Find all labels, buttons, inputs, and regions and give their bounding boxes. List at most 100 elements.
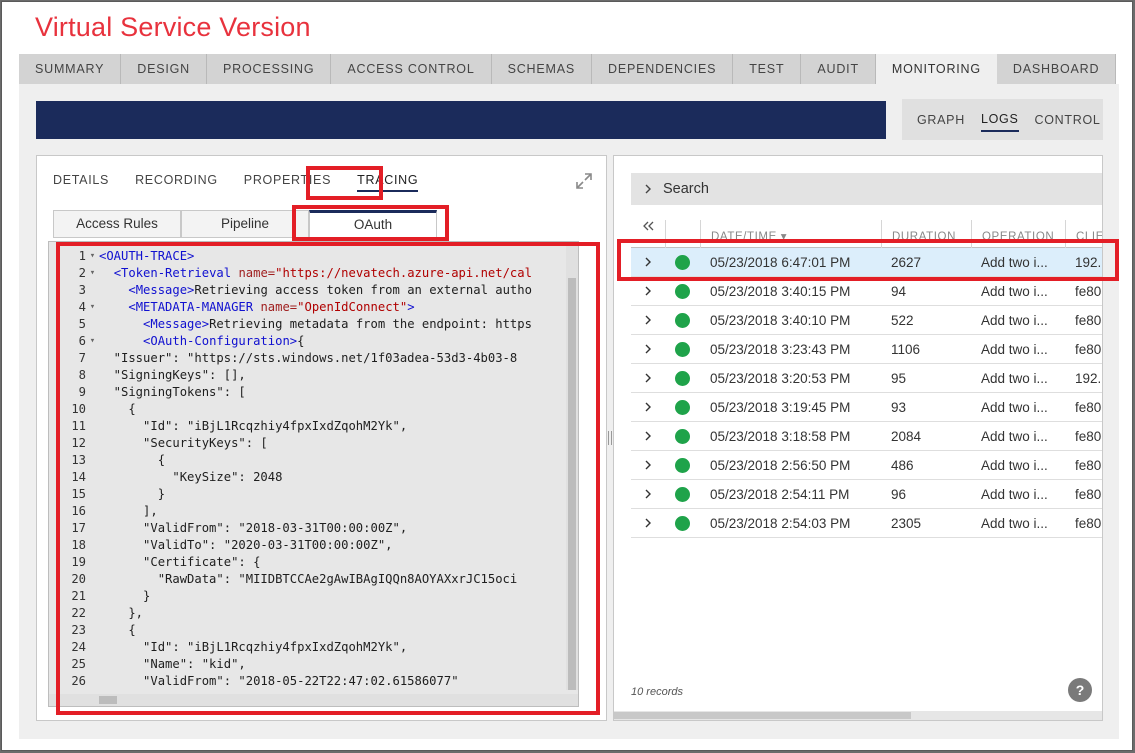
column-header-operation[interactable]: OPERATION <box>971 219 1065 248</box>
table-row[interactable]: 05/23/2018 3:18:58 PM 2084 Add two i... fe8… <box>631 422 1102 451</box>
expand-row-icon[interactable] <box>631 372 665 384</box>
view-control-button[interactable]: CONTROL <box>1035 109 1101 131</box>
cell-duration: 2305 <box>891 515 922 531</box>
line-number: 7 <box>78 351 86 365</box>
table-row[interactable]: 05/23/2018 3:19:45 PM 93 Add two i... fe80 <box>631 393 1102 422</box>
expand-icon[interactable] <box>574 171 594 191</box>
code-vertical-scroll-thumb[interactable] <box>568 278 576 690</box>
expand-row-icon[interactable] <box>631 430 665 442</box>
code-text: "SigningTokens": [ <box>99 385 246 399</box>
view-logs-button[interactable]: LOGS <box>980 108 1019 132</box>
table-row[interactable]: 05/23/2018 3:20:53 PM 95 Add two i... 192. <box>631 364 1102 393</box>
expand-row-icon[interactable] <box>631 343 665 355</box>
table-row[interactable]: 05/23/2018 2:56:50 PM 486 Add two i... fe80 <box>631 451 1102 480</box>
expand-row-icon[interactable] <box>631 459 665 471</box>
help-button[interactable]: ? <box>1068 678 1092 702</box>
tab-tracing[interactable]: TRACING <box>357 172 419 192</box>
cell-operation: Add two i... <box>981 515 1048 531</box>
column-header-client[interactable]: CLIE <box>1065 219 1102 248</box>
code-line: 3 <Message>Retrieving access token from … <box>49 282 561 299</box>
tab-details[interactable]: DETAILS <box>53 172 109 192</box>
sort-desc-icon: ▾ <box>780 230 788 243</box>
code-text: <OAuth-Configuration>{ <box>143 334 305 348</box>
fold-toggle-icon[interactable]: ▾ <box>86 248 99 265</box>
column-header-duration[interactable]: DURATION <box>881 219 971 248</box>
tab-monitoring[interactable]: MONITORING <box>875 54 997 84</box>
table-row[interactable]: 05/23/2018 3:40:15 PM 94 Add two i... fe80 <box>631 277 1102 306</box>
line-number: 22 <box>71 606 86 620</box>
fold-toggle-icon[interactable]: ▾ <box>86 333 99 350</box>
cell-client: fe80 <box>1075 486 1102 502</box>
code-line: 17 "ValidFrom": "2018-03-31T00:00:00Z", <box>49 520 561 537</box>
code-vertical-scrollbar[interactable] <box>566 242 578 690</box>
logs-horizontal-scrollbar[interactable] <box>614 711 1102 720</box>
tab-recording[interactable]: RECORDING <box>135 172 218 192</box>
line-number: 6 <box>78 334 86 348</box>
expand-row-icon[interactable] <box>631 517 665 529</box>
cell-operation: Add two i... <box>981 283 1048 299</box>
subtab-pipeline[interactable]: Pipeline <box>181 210 309 238</box>
tab-test[interactable]: TEST <box>733 54 802 84</box>
fold-gutter <box>86 350 99 367</box>
tab-design[interactable]: DESIGN <box>121 54 208 84</box>
cell-datetime: 05/23/2018 6:47:01 PM <box>710 254 851 270</box>
code-horizontal-scrollbar[interactable] <box>49 694 578 706</box>
tab-summary[interactable]: SUMMARY <box>19 54 122 84</box>
fold-gutter <box>86 282 99 299</box>
tab-audit[interactable]: AUDIT <box>801 54 876 84</box>
logs-horizontal-scroll-thumb[interactable] <box>614 712 911 719</box>
app-window: Virtual Service Version SUMMARY DESIGN PRO… <box>1 1 1133 751</box>
tab-access-control[interactable]: ACCESS CONTROL <box>331 54 492 84</box>
line-number: 4 <box>78 300 86 314</box>
cell-client: fe80 <box>1075 341 1102 357</box>
tab-dependencies[interactable]: DEPENDENCIES <box>592 54 734 84</box>
collapse-all-icon[interactable] <box>631 220 665 248</box>
fold-gutter <box>86 486 99 503</box>
table-row[interactable]: 05/23/2018 6:47:01 PM 2627 Add two i... 192… <box>631 248 1102 277</box>
table-row[interactable]: 05/23/2018 3:23:43 PM 1106 Add two i... fe8… <box>631 335 1102 364</box>
table-row[interactable]: 05/23/2018 2:54:11 PM 96 Add two i... fe80 <box>631 480 1102 509</box>
tab-dashboard[interactable]: DASHBOARD <box>996 54 1117 84</box>
table-header: DATE/TIME ▾ DURATION OPERATION CLIE <box>631 219 1102 248</box>
cell-datetime: 05/23/2018 3:40:10 PM <box>710 312 851 328</box>
code-text: <METADATA-MANAGER name="OpenIdConnect"> <box>128 300 415 314</box>
record-count: 10 records <box>631 686 683 698</box>
column-header-datetime[interactable]: DATE/TIME ▾ <box>700 219 881 248</box>
expand-row-icon[interactable] <box>631 285 665 297</box>
panel-splitter-handle[interactable] <box>608 431 612 445</box>
status-ok-icon <box>675 515 690 531</box>
expand-row-icon[interactable] <box>631 488 665 500</box>
search-expander[interactable]: Search <box>631 173 1102 205</box>
fold-toggle-icon[interactable]: ▾ <box>86 265 99 282</box>
view-graph-button[interactable]: GRAPH <box>917 109 965 131</box>
subtab-access-rules[interactable]: Access Rules <box>53 210 181 238</box>
subtab-oauth[interactable]: OAuth <box>309 210 437 238</box>
status-cell <box>665 341 700 357</box>
code-line: 14 "KeySize": 2048 <box>49 469 561 486</box>
line-number: 11 <box>71 419 86 433</box>
detail-tab-bar: DETAILS RECORDING PROPERTIES TRACING <box>53 172 444 192</box>
line-number: 12 <box>71 436 86 450</box>
cell-client: 192. <box>1075 254 1102 270</box>
table-row[interactable]: 05/23/2018 3:40:10 PM 522 Add two i... fe80 <box>631 306 1102 335</box>
code-horizontal-scroll-thumb[interactable] <box>99 696 117 704</box>
fold-gutter <box>86 316 99 333</box>
cell-duration: 94 <box>891 283 907 299</box>
expand-row-icon[interactable] <box>631 256 665 268</box>
status-cell <box>665 428 700 444</box>
code-text: <Message>Retrieving metadata from the en… <box>143 317 532 331</box>
cell-datetime: 05/23/2018 2:54:03 PM <box>710 515 851 531</box>
tab-properties[interactable]: PROPERTIES <box>244 172 331 192</box>
code-line: 1 ▾ <OAUTH-TRACE> <box>49 248 561 265</box>
code-line: 13 { <box>49 452 561 469</box>
fold-toggle-icon[interactable]: ▾ <box>86 299 99 316</box>
tab-schemas[interactable]: SCHEMAS <box>491 54 592 84</box>
expand-row-icon[interactable] <box>631 401 665 413</box>
tab-processing[interactable]: PROCESSING <box>207 54 332 84</box>
header-banner <box>36 101 886 139</box>
table-row[interactable]: 05/23/2018 2:54:03 PM 2305 Add two i... fe8… <box>631 509 1102 538</box>
fold-gutter <box>86 469 99 486</box>
status-cell <box>665 370 700 386</box>
oauth-trace-code-editor[interactable]: 1 ▾ <OAUTH-TRACE> 2 ▾ <Token-Retrieval name=… <box>48 241 579 707</box>
expand-row-icon[interactable] <box>631 314 665 326</box>
